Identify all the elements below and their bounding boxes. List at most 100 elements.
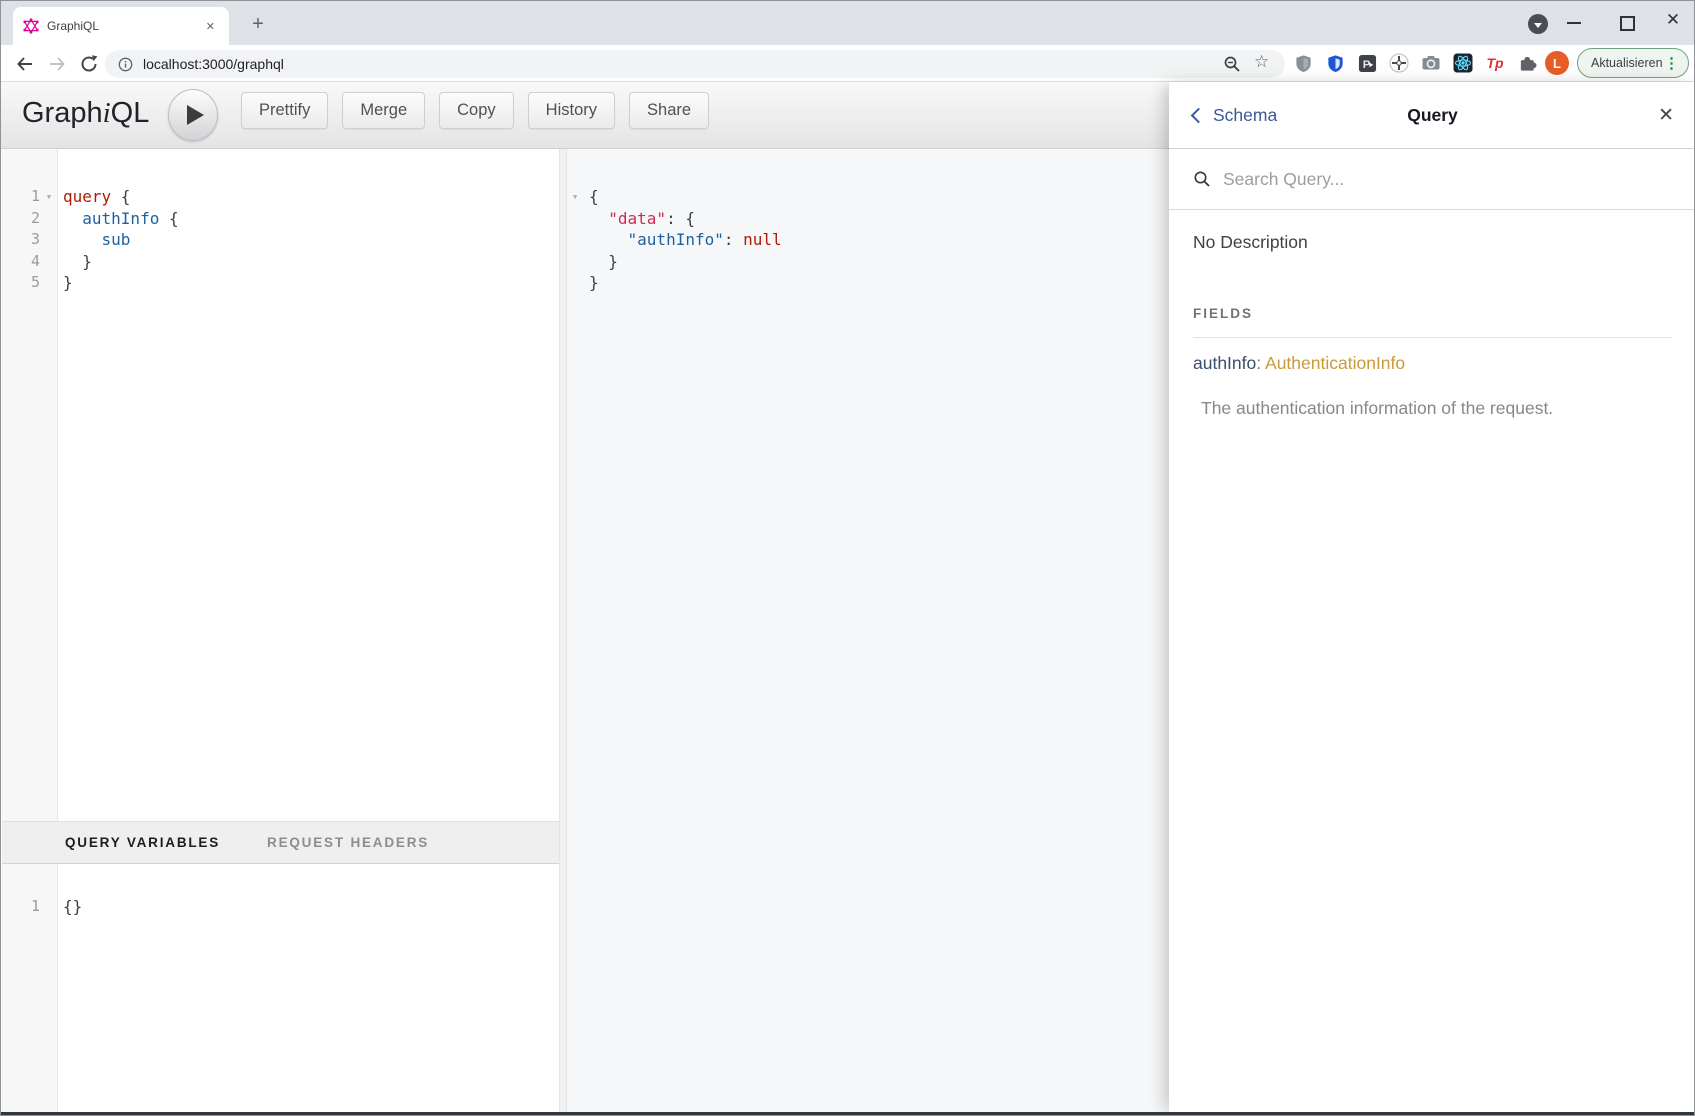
code-text: "data": { [589, 208, 695, 230]
doc-explorer-body: No Description FIELDS authInfo: Authenti… [1169, 232, 1695, 419]
code-line: ▾{ [567, 186, 1169, 208]
p-extension-icon[interactable]: P [1357, 53, 1377, 73]
tab-title: GraphiQL [47, 19, 202, 33]
update-label: Aktualisieren [1591, 56, 1664, 70]
line-number: 3 [2, 229, 40, 251]
code-text: query { [63, 186, 130, 208]
code-text: {} [63, 896, 82, 918]
fold-spacer [40, 251, 58, 273]
fields-divider [1193, 337, 1672, 338]
forward-button[interactable] [46, 53, 68, 75]
adblock-extension-icon[interactable] [1293, 53, 1313, 73]
field-item: authInfo: AuthenticationInfo [1193, 353, 1672, 374]
tp-extension-icon[interactable]: Tp [1485, 53, 1505, 73]
fields-section-title: FIELDS [1193, 306, 1672, 321]
code-line: } [567, 272, 1169, 294]
fold-spacer [40, 229, 58, 251]
fold-arrow-icon[interactable]: ▾ [40, 186, 58, 208]
doc-search-input[interactable] [1221, 168, 1625, 191]
query-variables-editor[interactable]: 1 {} [2, 864, 559, 1113]
code-text: sub [63, 229, 130, 251]
bitwarden-extension-icon[interactable] [1325, 53, 1345, 73]
query-editor-pane[interactable]: 1▾query {2 authInfo {3 sub4 }5} QUERY VA… [2, 149, 559, 1113]
code-line: 1 {} [2, 896, 559, 918]
info-icon[interactable] [118, 57, 133, 72]
doc-search-row [1169, 149, 1695, 210]
fold-arrow-icon[interactable]: ▾ [569, 186, 581, 208]
address-bar[interactable]: localhost:3000/graphql [105, 50, 1285, 78]
tab-close-icon[interactable]: ✕ [202, 18, 219, 35]
code-line: 3 sub [2, 229, 559, 251]
pane-resize-handle[interactable] [559, 149, 567, 1113]
code-line: "authInfo": null [567, 229, 1169, 251]
fold-spacer [569, 272, 581, 294]
fold-spacer [40, 272, 58, 294]
fold-spacer [40, 208, 58, 230]
toolbar-button-prettify[interactable]: Prettify [241, 92, 328, 129]
variables-editor-code[interactable]: 1 {} [2, 896, 559, 918]
type-name-link[interactable]: AuthenticationInfo [1265, 353, 1405, 373]
tp-extension-label: Tp [1486, 55, 1503, 71]
graphiql-toolbar-buttons: Prettify Merge Copy History Share [241, 92, 709, 129]
back-button[interactable] [14, 53, 36, 75]
refresh-button[interactable] [78, 53, 100, 75]
toolbar-button-merge[interactable]: Merge [342, 92, 425, 129]
line-number: 1 [2, 896, 40, 918]
extensions-puzzle-icon[interactable] [1517, 53, 1537, 73]
code-text: "authInfo": null [589, 229, 782, 251]
code-text: { [589, 186, 599, 208]
code-text: } [589, 272, 599, 294]
toolbar-button-share[interactable]: Share [629, 92, 709, 129]
toolbar-button-copy[interactable]: Copy [439, 92, 514, 129]
toolbar-button-history[interactable]: History [528, 92, 615, 129]
tab-query-variables[interactable]: QUERY VARIABLES [65, 835, 220, 850]
search-icon [1193, 170, 1211, 188]
code-text: authInfo { [63, 208, 179, 230]
fold-spacer [569, 208, 581, 230]
update-menu-button[interactable]: Aktualisieren ⋮ [1577, 48, 1689, 78]
bookmark-star-icon[interactable]: ☆ [1254, 52, 1269, 72]
tab-request-headers[interactable]: REQUEST HEADERS [267, 835, 429, 850]
secondary-editor-tabs: QUERY VARIABLES REQUEST HEADERS [2, 821, 559, 864]
doc-explorer-title: Query [1169, 82, 1695, 148]
line-number: 5 [2, 272, 40, 294]
new-tab-button[interactable]: + [245, 11, 271, 37]
line-number: 4 [2, 251, 40, 273]
code-text: } [63, 272, 73, 294]
code-line: 1▾query { [2, 186, 559, 208]
code-line: 2 authInfo { [2, 208, 559, 230]
line-number: 2 [2, 208, 40, 230]
maximize-button[interactable] [1620, 16, 1635, 31]
tab-search-button[interactable] [1528, 14, 1548, 34]
minimize-button[interactable] [1567, 22, 1581, 24]
field-name-link[interactable]: authInfo [1193, 353, 1256, 373]
browser-window: GraphiQL ✕ + ✕ localhost:3000/graphql ☆ [0, 0, 1695, 1116]
field-description: The authentication information of the re… [1193, 398, 1672, 419]
menu-dots-icon[interactable]: ⋮ [1664, 54, 1679, 72]
zoom-indicator-icon[interactable] [1223, 55, 1241, 73]
camera-extension-icon[interactable] [1421, 53, 1441, 73]
execute-query-button[interactable] [168, 89, 218, 141]
doc-explorer-panel: Schema Query ✕ No Description FIELDS aut… [1169, 82, 1695, 1113]
close-button[interactable]: ✕ [1660, 10, 1686, 30]
field-separator: : [1256, 353, 1261, 373]
fold-spacer [569, 229, 581, 251]
play-icon [187, 105, 204, 125]
react-devtools-extension-icon[interactable] [1453, 53, 1473, 73]
query-editor-code[interactable]: 1▾query {2 authInfo {3 sub4 }5} [2, 186, 559, 294]
doc-close-icon[interactable]: ✕ [1658, 82, 1674, 148]
line-number: 1 [2, 186, 40, 208]
code-line: } [567, 251, 1169, 273]
profile-avatar[interactable]: L [1545, 51, 1569, 75]
browser-tab-graphiql[interactable]: GraphiQL ✕ [13, 7, 229, 45]
code-line: "data": { [567, 208, 1169, 230]
result-viewer-pane[interactable]: ▾{ "data": { "authInfo": null }} [567, 149, 1169, 1113]
graphiql-logo: GraphiQL [22, 97, 149, 130]
code-line: 4 } [2, 251, 559, 273]
type-description: No Description [1193, 232, 1672, 253]
code-text: } [589, 251, 618, 273]
result-viewer-code: ▾{ "data": { "authInfo": null }} [567, 186, 1169, 294]
crosshair-extension-icon[interactable] [1389, 53, 1409, 73]
doc-explorer-header: Schema Query ✕ [1169, 82, 1695, 149]
chevron-down-icon [1534, 23, 1542, 28]
